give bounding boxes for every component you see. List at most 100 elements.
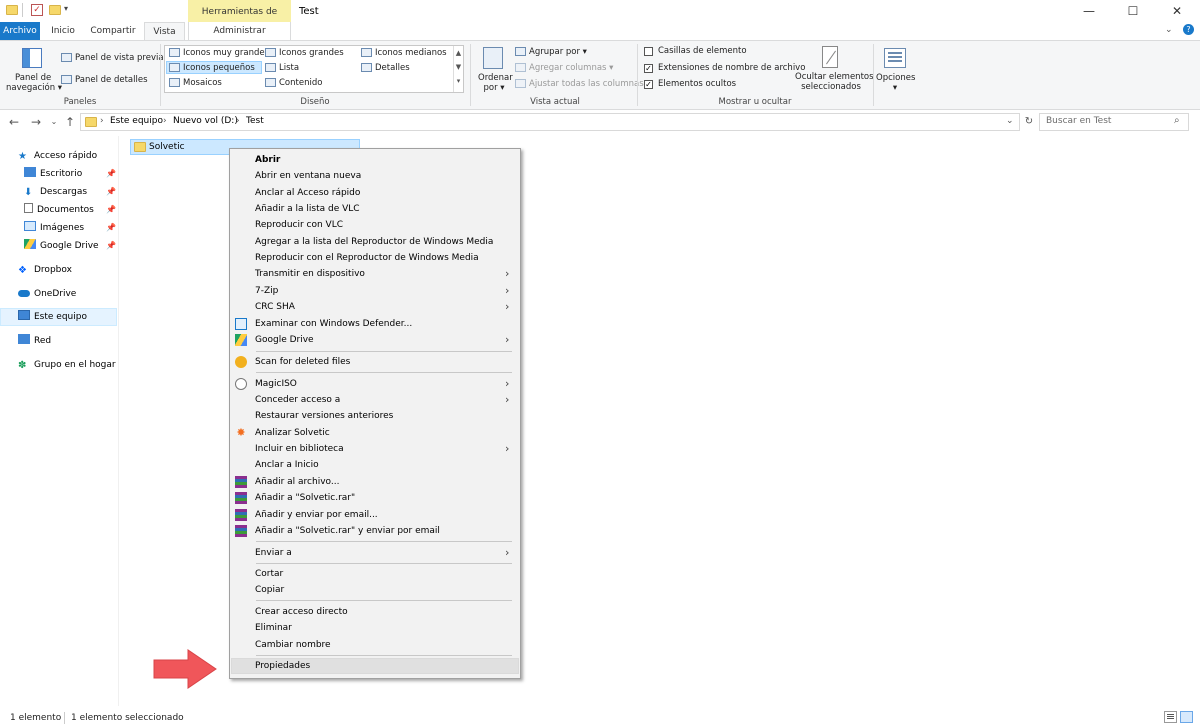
- add-columns-button[interactable]: Agregar columnas ▾: [529, 63, 613, 73]
- menu-item-reproducir-vlc[interactable]: Reproducir con VLC: [255, 217, 343, 233]
- menu-item-cambiar-nombre[interactable]: Cambiar nombre: [255, 637, 331, 653]
- menu-item-google-drive[interactable]: Google Drive: [255, 332, 314, 348]
- new-folder-quick-access-icon[interactable]: [49, 5, 61, 15]
- recent-locations-icon[interactable]: ⌄: [46, 114, 62, 130]
- layout-medium-icons[interactable]: Iconos medianos: [375, 48, 447, 58]
- menu-item-reproducir-wmp[interactable]: Reproducir con el Reproductor de Windows…: [255, 250, 479, 266]
- preview-pane-button[interactable]: Panel de vista previa: [75, 53, 164, 63]
- pin-icon[interactable]: 📌: [106, 241, 116, 250]
- breadcrumb-este-equipo[interactable]: Este equipo: [110, 116, 163, 126]
- layout-content[interactable]: Contenido: [279, 78, 322, 88]
- sort-by-icon: [483, 47, 503, 69]
- nav-item-este-equipo[interactable]: Este equipo: [18, 309, 87, 325]
- menu-item-copiar[interactable]: Copiar: [255, 582, 284, 598]
- navigation-pane-button[interactable]: Panel de: [15, 73, 51, 83]
- forward-arrow-icon[interactable]: →: [28, 114, 44, 130]
- fit-columns-button[interactable]: Ajustar todas las columnas: [529, 79, 644, 89]
- tab-compartir[interactable]: Compartir: [88, 22, 138, 40]
- menu-item-cortar[interactable]: Cortar: [255, 566, 283, 582]
- refresh-icon[interactable]: ↻: [1021, 114, 1037, 130]
- menu-item-eliminar[interactable]: Eliminar: [255, 620, 292, 636]
- up-arrow-icon[interactable]: ↑: [62, 114, 78, 130]
- menu-item-anadir-archivo[interactable]: Añadir al archivo...: [255, 474, 339, 490]
- quick-access-dropdown-icon[interactable]: ▾: [64, 4, 68, 13]
- tab-administrar[interactable]: Administrar: [188, 22, 291, 40]
- minimize-button[interactable]: —: [1067, 0, 1111, 22]
- tab-inicio[interactable]: Inicio: [44, 22, 82, 40]
- nav-item-documentos[interactable]: Documentos: [24, 202, 94, 218]
- maximize-button[interactable]: ☐: [1111, 0, 1155, 22]
- nav-item-onedrive[interactable]: OneDrive: [18, 286, 76, 302]
- navigation-pane-label-2[interactable]: navegación ▾: [6, 83, 62, 93]
- menu-item-conceder-acceso[interactable]: Conceder acceso a: [255, 392, 340, 408]
- menu-item-restaurar-versiones[interactable]: Restaurar versiones anteriores: [255, 408, 393, 424]
- menu-item-anclar-acceso-rapido[interactable]: Anclar al Acceso rápido: [255, 185, 360, 201]
- nav-label: Dropbox: [34, 265, 72, 275]
- file-extensions-checkbox[interactable]: ✓: [644, 64, 653, 73]
- menu-item-transmitir[interactable]: Transmitir en dispositivo: [255, 266, 365, 282]
- layout-small-icons[interactable]: Iconos pequeños: [183, 63, 255, 73]
- breadcrumb-test[interactable]: Test: [246, 116, 264, 126]
- nav-item-grupo-hogar[interactable]: ✽ Grupo en el hogar: [18, 357, 116, 373]
- tab-vista[interactable]: Vista: [144, 22, 185, 40]
- menu-item-incluir-biblioteca[interactable]: Incluir en biblioteca: [255, 441, 344, 457]
- address-dropdown-icon[interactable]: ⌄: [1006, 116, 1014, 126]
- group-by-button[interactable]: Agrupar por ▾: [529, 47, 587, 57]
- menu-item-windows-defender[interactable]: Examinar con Windows Defender...: [255, 316, 412, 332]
- layout-tiles[interactable]: Mosaicos: [183, 78, 222, 88]
- menu-item-crc-sha[interactable]: CRC SHA: [255, 299, 295, 315]
- nav-item-acceso-rapido[interactable]: ★ Acceso rápido: [18, 148, 97, 164]
- menu-item-crear-acceso-directo[interactable]: Crear acceso directo: [255, 604, 348, 620]
- menu-item-abrir[interactable]: Abrir: [255, 152, 280, 168]
- back-arrow-icon[interactable]: ←: [6, 114, 22, 130]
- breadcrumb-separator-icon[interactable]: ›: [163, 116, 167, 126]
- menu-item-anclar-inicio[interactable]: Anclar a Inicio: [255, 457, 319, 473]
- options-button[interactable]: Opciones ▾: [876, 73, 915, 93]
- pin-icon[interactable]: 📌: [106, 223, 116, 232]
- menu-item-anadir-lista-vlc[interactable]: Añadir a la lista de VLC: [255, 201, 360, 217]
- nav-item-descargas[interactable]: ⬇ Descargas: [24, 184, 87, 200]
- layout-extra-large-icons[interactable]: Iconos muy grandes: [183, 48, 269, 58]
- hidden-items-checkbox[interactable]: ✓: [644, 80, 653, 89]
- pin-icon[interactable]: 📌: [106, 205, 116, 214]
- menu-item-anadir-rar[interactable]: Añadir a "Solvetic.rar": [255, 490, 355, 506]
- pin-icon[interactable]: 📌: [106, 169, 116, 178]
- properties-quick-access-icon[interactable]: ✓: [31, 4, 43, 16]
- breadcrumb-separator-icon[interactable]: ›: [100, 116, 104, 126]
- layout-list[interactable]: Lista: [279, 63, 299, 73]
- nav-item-dropbox[interactable]: ❖ Dropbox: [18, 262, 72, 278]
- menu-item-abrir-ventana-nueva[interactable]: Abrir en ventana nueva: [255, 168, 361, 184]
- title-bar: [0, 0, 1200, 22]
- help-icon[interactable]: ?: [1183, 24, 1194, 35]
- menu-item-7zip[interactable]: 7-Zip: [255, 283, 278, 299]
- nav-item-red[interactable]: Red: [18, 333, 51, 349]
- hide-selected-button[interactable]: Ocultar elementos seleccionados: [795, 72, 874, 92]
- nav-item-google-drive[interactable]: Google Drive: [24, 238, 99, 254]
- breadcrumb-nuevo-vol[interactable]: Nuevo vol (D:): [173, 116, 238, 126]
- sort-by-button[interactable]: Ordenar por ▾: [478, 73, 513, 93]
- menu-item-scan-deleted[interactable]: Scan for deleted files: [255, 354, 350, 370]
- pane-divider[interactable]: [118, 136, 119, 706]
- menu-item-anadir-enviar-email[interactable]: Añadir y enviar por email...: [255, 507, 378, 523]
- menu-item-magiciso[interactable]: MagicISO: [255, 376, 297, 392]
- details-view-icon[interactable]: [1164, 711, 1177, 723]
- menu-item-analizar-solvetic[interactable]: Analizar Solvetic: [255, 425, 330, 441]
- menu-item-propiedades[interactable]: Propiedades: [255, 658, 310, 674]
- details-pane-button[interactable]: Panel de detalles: [75, 75, 148, 85]
- collapse-ribbon-icon[interactable]: ⌄: [1165, 25, 1173, 35]
- item-checkboxes-checkbox[interactable]: [644, 47, 653, 56]
- nav-item-imagenes[interactable]: Imágenes: [24, 220, 84, 236]
- layout-large-icons[interactable]: Iconos grandes: [279, 48, 344, 58]
- layout-scroll-icon[interactable]: ▲ ▼ ▾: [453, 46, 463, 92]
- breadcrumb-separator-icon[interactable]: ›: [236, 116, 240, 126]
- nav-item-escritorio[interactable]: Escritorio: [24, 166, 82, 182]
- tab-archivo[interactable]: Archivo: [0, 22, 40, 40]
- menu-item-enviar-a[interactable]: Enviar a: [255, 545, 292, 561]
- menu-item-anadir-rar-email[interactable]: Añadir a "Solvetic.rar" y enviar por ema…: [255, 523, 440, 539]
- layout-details[interactable]: Detalles: [375, 63, 410, 73]
- close-button[interactable]: ✕: [1155, 0, 1199, 22]
- menu-item-agregar-wmp[interactable]: Agregar a la lista del Reproductor de Wi…: [255, 234, 493, 250]
- large-icons-view-icon[interactable]: [1180, 711, 1193, 723]
- search-icon[interactable]: ⌕: [1174, 115, 1180, 126]
- pin-icon[interactable]: 📌: [106, 187, 116, 196]
